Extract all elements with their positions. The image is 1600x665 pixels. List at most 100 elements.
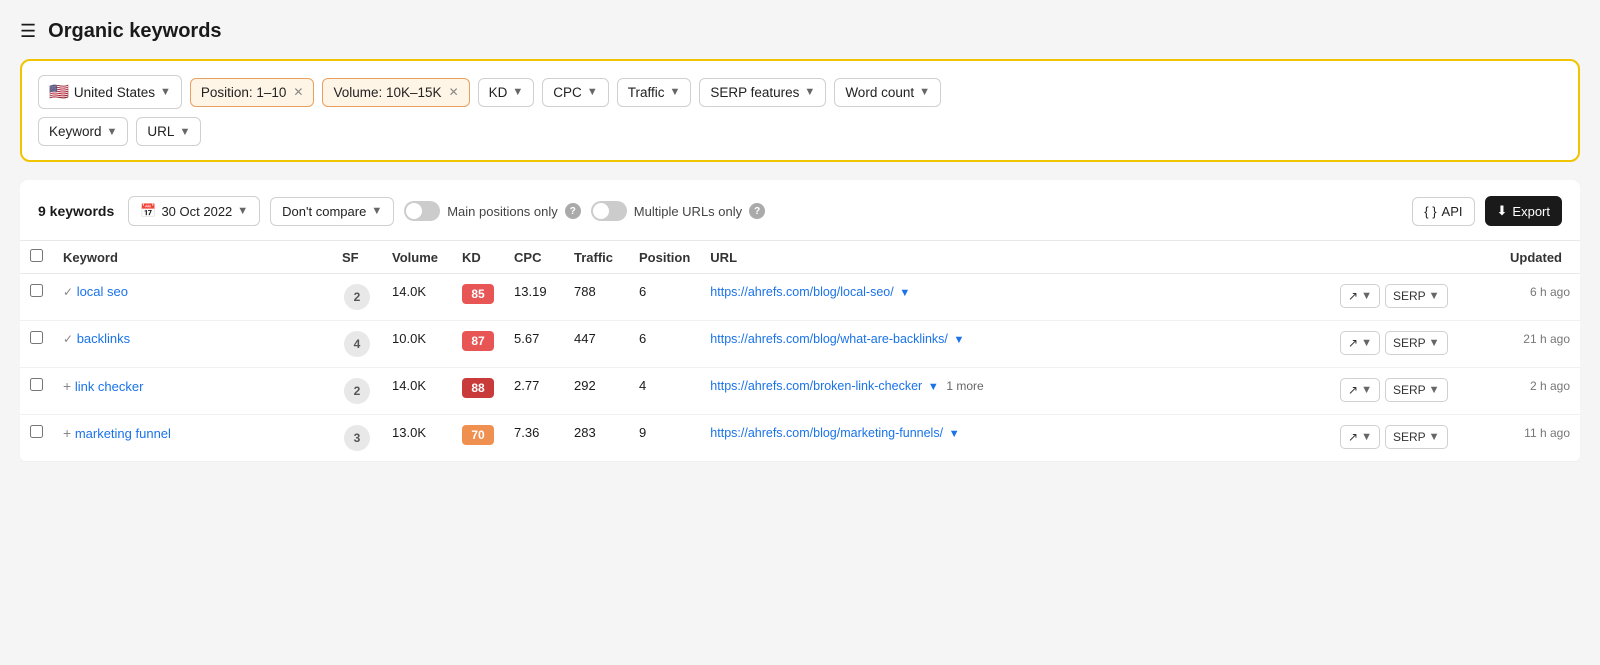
position-filter-close-icon[interactable]: ✕ — [293, 85, 303, 99]
page-title: Organic keywords — [48, 20, 221, 43]
col-header-updated[interactable]: Updated — [1500, 241, 1580, 274]
cpc-cell: 13.19 — [504, 274, 564, 321]
trend-icon: ↗ — [1348, 430, 1358, 444]
url-link[interactable]: https://ahrefs.com/blog/what-are-backlin… — [710, 332, 948, 346]
serp-label: SERP — [1393, 336, 1426, 350]
trend-button[interactable]: ↗ ▼ — [1340, 284, 1380, 308]
traffic-filter-button[interactable]: Traffic ▼ — [617, 78, 692, 107]
keyword-link[interactable]: marketing funnel — [75, 426, 171, 441]
position-filter-button[interactable]: Position: 1–10 ✕ — [190, 78, 315, 107]
kd-filter-button[interactable]: KD ▼ — [478, 78, 535, 107]
col-header-traffic[interactable]: Traffic — [564, 241, 629, 274]
toolbar-row: 9 keywords 📅 30 Oct 2022 ▼ Don't compare… — [20, 196, 1580, 240]
row-checkbox[interactable] — [30, 331, 43, 344]
trend-button[interactable]: ↗ ▼ — [1340, 331, 1380, 355]
export-button[interactable]: ⬇ Export — [1485, 196, 1562, 226]
row-checkbox[interactable] — [30, 284, 43, 297]
serp-label: SERP — [1393, 289, 1426, 303]
url-link[interactable]: https://ahrefs.com/blog/local-seo/ — [710, 285, 893, 299]
url-chevron-icon: ▼ — [179, 126, 190, 138]
volume-cell: 14.0K — [382, 368, 452, 415]
compare-chevron-icon: ▼ — [371, 205, 382, 217]
col-header-position[interactable]: Position — [629, 241, 700, 274]
cpc-cell: 5.67 — [504, 321, 564, 368]
keyword-cell: + link checker — [53, 368, 332, 415]
more-urls-link[interactable]: 1 more — [946, 379, 983, 393]
trend-icon: ↗ — [1348, 289, 1358, 303]
trend-icon: ↗ — [1348, 383, 1358, 397]
keyword-link[interactable]: link checker — [75, 379, 144, 394]
sf-badge: 4 — [344, 331, 370, 357]
sf-badge: 3 — [344, 425, 370, 451]
word-count-filter-button[interactable]: Word count ▼ — [834, 78, 941, 107]
serp-button[interactable]: SERP ▼ — [1385, 378, 1448, 402]
main-positions-help-icon[interactable]: ? — [565, 203, 581, 219]
multiple-urls-help-icon[interactable]: ? — [749, 203, 765, 219]
keyword-link[interactable]: local seo — [77, 284, 128, 299]
updated-cell: 6 h ago — [1500, 274, 1580, 321]
kd-badge: 88 — [462, 378, 494, 398]
action-btn-group: ↗ ▼ SERP ▼ — [1340, 331, 1448, 355]
col-header-volume[interactable]: Volume — [382, 241, 452, 274]
action-btn-group: ↗ ▼ SERP ▼ — [1340, 378, 1448, 402]
date-label: 30 Oct 2022 — [161, 204, 232, 219]
traffic-cell: 283 — [564, 415, 629, 462]
col-header-cpc[interactable]: CPC — [504, 241, 564, 274]
volume-filter-close-icon[interactable]: ✕ — [449, 85, 459, 99]
row-checkbox[interactable] — [30, 425, 43, 438]
col-header-keyword: Keyword — [53, 241, 332, 274]
updated-text: 21 h ago — [1523, 332, 1570, 346]
keywords-count: 9 keywords — [38, 203, 114, 219]
compare-button[interactable]: Don't compare ▼ — [270, 197, 394, 226]
table-row: ✓ local seo 2 14.0K 85 13.19 788 6 https… — [20, 274, 1580, 321]
volume-filter-button[interactable]: Volume: 10K–15K ✕ — [322, 78, 469, 107]
serp-button[interactable]: SERP ▼ — [1385, 284, 1448, 308]
updated-text: 11 h ago — [1524, 426, 1570, 440]
cpc-filter-button[interactable]: CPC ▼ — [542, 78, 608, 107]
row-checkbox-cell — [20, 274, 53, 321]
url-cell: https://ahrefs.com/broken-link-checker ▼… — [700, 368, 1330, 415]
date-picker-button[interactable]: 📅 30 Oct 2022 ▼ — [128, 196, 260, 226]
serp-features-filter-label: SERP features — [710, 85, 799, 100]
row-checkbox[interactable] — [30, 378, 43, 391]
actions-cell: ↗ ▼ SERP ▼ — [1330, 321, 1500, 368]
url-link[interactable]: https://ahrefs.com/blog/marketing-funnel… — [710, 426, 943, 440]
multiple-urls-toggle-area: Multiple URLs only ? — [591, 201, 765, 221]
trend-button[interactable]: ↗ ▼ — [1340, 378, 1380, 402]
main-positions-toggle[interactable] — [404, 201, 440, 221]
serp-features-filter-button[interactable]: SERP features ▼ — [699, 78, 826, 107]
date-chevron-icon: ▼ — [237, 205, 248, 217]
volume-cell: 13.0K — [382, 415, 452, 462]
url-filter-button[interactable]: URL ▼ — [136, 117, 201, 146]
url-arrow-icon: ▼ — [954, 334, 965, 346]
keyword-cell: ✓ backlinks — [53, 321, 332, 368]
url-cell: https://ahrefs.com/blog/what-are-backlin… — [700, 321, 1330, 368]
serp-button[interactable]: SERP ▼ — [1385, 331, 1448, 355]
compare-label: Don't compare — [282, 204, 366, 219]
country-filter-button[interactable]: 🇺🇸 United States ▼ — [38, 75, 182, 109]
trend-icon: ↗ — [1348, 336, 1358, 350]
url-arrow-icon: ▼ — [949, 428, 960, 440]
trend-button[interactable]: ↗ ▼ — [1340, 425, 1380, 449]
volume-filter-label: Volume: 10K–15K — [333, 85, 441, 100]
col-header-kd[interactable]: KD — [452, 241, 504, 274]
row-checkbox-cell — [20, 415, 53, 462]
api-label: API — [1442, 204, 1463, 219]
keyword-link[interactable]: backlinks — [77, 331, 130, 346]
url-link[interactable]: https://ahrefs.com/broken-link-checker — [710, 379, 922, 393]
trend-chevron-icon: ▼ — [1361, 431, 1372, 443]
kd-chevron-icon: ▼ — [512, 86, 523, 98]
export-label: Export — [1512, 204, 1550, 219]
serp-button[interactable]: SERP ▼ — [1385, 425, 1448, 449]
api-button[interactable]: { } API — [1412, 197, 1474, 226]
hamburger-icon[interactable]: ☰ — [20, 21, 36, 42]
keyword-filter-button[interactable]: Keyword ▼ — [38, 117, 128, 146]
multiple-urls-toggle[interactable] — [591, 201, 627, 221]
actions-cell: ↗ ▼ SERP ▼ — [1330, 415, 1500, 462]
updated-cell: 21 h ago — [1500, 321, 1580, 368]
country-label: United States — [74, 85, 155, 100]
col-header-sf[interactable]: SF — [332, 241, 382, 274]
checkmark-icon: ✓ — [63, 285, 73, 299]
select-all-checkbox[interactable] — [30, 249, 43, 262]
word-count-filter-label: Word count — [845, 85, 914, 100]
